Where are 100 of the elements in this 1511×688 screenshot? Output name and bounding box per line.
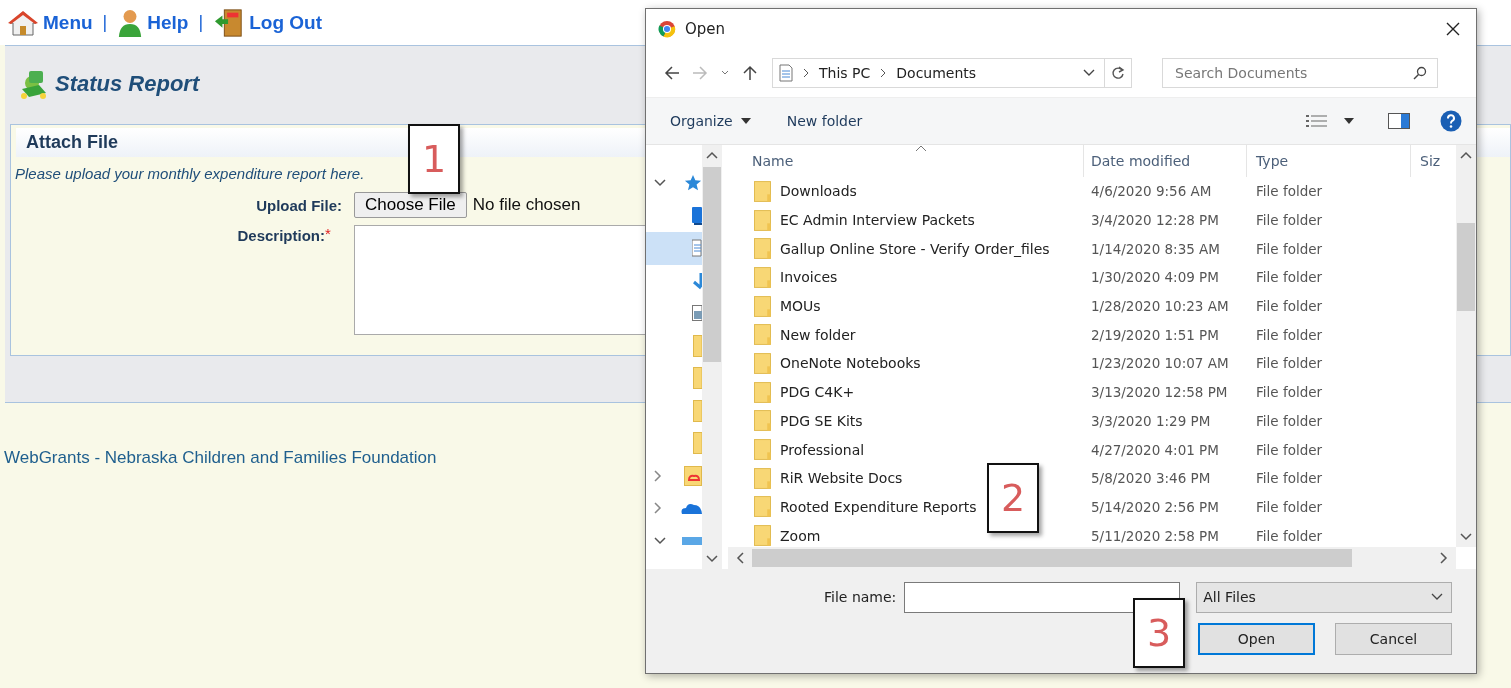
folder-icon: [754, 266, 771, 288]
desktop-icon: [692, 206, 702, 225]
folder-icon: [754, 352, 771, 374]
file-name[interactable]: PDG SE Kits: [780, 412, 863, 429]
document-icon: [692, 239, 702, 258]
folder-icon: [754, 496, 771, 518]
chevron-right-icon[interactable]: [654, 502, 662, 515]
chevron-left-icon[interactable]: [736, 552, 744, 564]
type-cell-text: File folder: [1255, 355, 1323, 372]
step-number: 3: [1133, 598, 1185, 668]
chevron-down-icon[interactable]: [1083, 68, 1095, 78]
folder-icon: [754, 467, 771, 489]
breadcrumb[interactable]: This PC: [819, 65, 871, 81]
type-cell-text: File folder: [1255, 326, 1323, 343]
file-name[interactable]: Gallup Online Store - Verify Order_files: [780, 240, 1050, 257]
search-icon: [1413, 66, 1427, 80]
type-cell-text: File folder: [1255, 498, 1323, 515]
chevron-down-icon[interactable]: [706, 555, 718, 563]
scrollbar-thumb[interactable]: [1457, 223, 1475, 311]
folder-icon: [754, 324, 771, 346]
date-cell-text: 3/4/2020 12:28 PM: [1090, 212, 1220, 229]
chevron-down-icon[interactable]: [654, 179, 666, 188]
scrollbar[interactable]: [728, 547, 1456, 569]
type-cell-text: File folder: [1255, 384, 1323, 401]
file-name[interactable]: New folder: [780, 326, 856, 343]
house-icon: [7, 8, 39, 37]
dialog-button[interactable]: Open: [1198, 623, 1315, 655]
date-cell-text: 4/27/2020 4:01 PM: [1090, 441, 1220, 458]
dialog-button[interactable]: Cancel: [1335, 623, 1452, 655]
file-name[interactable]: Rooted Expenditure Reports: [780, 498, 977, 515]
nav-link[interactable]: Help: [117, 7, 189, 38]
search-field[interactable]: Search Documents: [1162, 58, 1438, 88]
required-mark: *: [325, 225, 332, 242]
type-cell-text: File folder: [1255, 298, 1323, 315]
chevron-up-icon[interactable]: [706, 151, 718, 159]
file-name[interactable]: PDG C4K+: [780, 384, 855, 401]
dialog-title: Open: [685, 20, 726, 38]
file-type-dropdown[interactable]: All Files: [1196, 581, 1453, 613]
type-cell-text: File folder: [1255, 240, 1323, 257]
cloud-icon: [680, 502, 702, 515]
file-name[interactable]: Downloads: [780, 183, 857, 200]
chevron-down-icon: [1431, 593, 1444, 601]
folder-icon: [754, 439, 771, 461]
chevron-down-icon[interactable]: [1460, 533, 1472, 541]
down-arrow-icon: [692, 271, 702, 290]
column-header[interactable]: Date modified: [1084, 145, 1247, 177]
monitor-icon: [682, 536, 702, 545]
folder-icon: [754, 180, 771, 202]
date-cell-text: 5/8/2020 3:46 PM: [1090, 470, 1212, 487]
field-label: Description:: [236, 227, 325, 244]
folder-icon: [754, 209, 771, 231]
step-number: 2: [987, 463, 1039, 533]
scrollbar[interactable]: [702, 145, 722, 569]
back-arrow-icon[interactable]: [664, 65, 680, 81]
folder-icon: [754, 381, 771, 403]
file-name-field[interactable]: [904, 581, 1181, 613]
address-bar[interactable]: This PC Documents: [772, 58, 1132, 88]
date-cell-text: 1/28/2020 10:23 AM: [1090, 298, 1230, 315]
column-header[interactable]: Name: [728, 145, 1084, 177]
date-cell-text: 1/23/2020 10:07 AM: [1090, 355, 1230, 372]
file-name[interactable]: OneNote Notebooks: [780, 355, 921, 372]
page-title: Status Report: [55, 71, 200, 97]
chevron-right-icon[interactable]: [654, 469, 662, 482]
type-cell-text: File folder: [1255, 441, 1323, 458]
chevron-down-icon[interactable]: [654, 536, 666, 545]
help-icon[interactable]: [1440, 110, 1462, 132]
chevron-up-icon[interactable]: [1460, 151, 1472, 159]
view-options-icon[interactable]: [1306, 114, 1328, 128]
scrollbar-thumb[interactable]: [752, 549, 1352, 567]
file-name[interactable]: RiR Website Docs: [780, 470, 903, 487]
date-cell-text: 3/13/2020 12:58 PM: [1090, 384, 1229, 401]
type-cell-text: File folder: [1255, 527, 1323, 544]
chevron-right-icon[interactable]: [1440, 552, 1448, 564]
file-name[interactable]: MOUs: [780, 298, 821, 315]
file-name[interactable]: EC Admin Interview Packets: [780, 212, 975, 229]
nav-link[interactable]: Menu: [7, 8, 93, 37]
separator: |: [198, 12, 204, 33]
folder-icon: [754, 238, 771, 260]
type-cell-text: File folder: [1255, 269, 1323, 286]
column-header[interactable]: Type: [1247, 145, 1411, 177]
sort-caret-icon: [915, 145, 927, 152]
folder-icon: [754, 525, 771, 547]
separator: |: [102, 12, 108, 33]
person-icon: [117, 7, 144, 38]
nav-item[interactable]: [646, 232, 702, 265]
scrollbar-thumb[interactable]: [703, 167, 721, 362]
file-name[interactable]: Invoices: [780, 269, 838, 286]
type-cell-text: File folder: [1255, 470, 1323, 487]
breadcrumb[interactable]: Documents: [896, 65, 977, 81]
scrollbar[interactable]: [1456, 145, 1476, 547]
browser-icon: [658, 20, 676, 38]
preview-pane-icon[interactable]: [1388, 113, 1410, 129]
image-icon: [692, 305, 702, 322]
folder-icon: [684, 465, 702, 486]
file-name[interactable]: Zoom: [780, 527, 821, 544]
nav-link[interactable]: Log Out: [213, 7, 322, 38]
up-arrow-icon[interactable]: [742, 65, 758, 81]
type-cell-text: File folder: [1255, 183, 1323, 200]
file-name[interactable]: Professional: [780, 441, 865, 458]
choose-file-button[interactable]: Choose File: [354, 192, 467, 218]
